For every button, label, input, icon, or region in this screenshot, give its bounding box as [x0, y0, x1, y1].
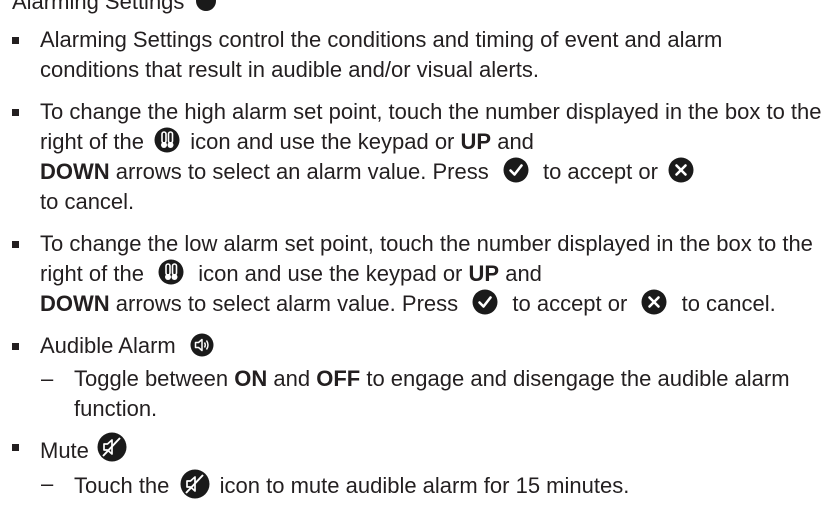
document-page: Alarming Settings Alarming Settings cont…: [0, 0, 823, 501]
item-text: icon and use the keypad or: [198, 261, 463, 286]
item-label: Mute: [40, 438, 89, 463]
item-text: and: [505, 261, 542, 286]
cancel-icon: [641, 289, 667, 315]
up-keyword: UP: [460, 129, 492, 154]
item-text: and: [273, 366, 311, 391]
item-text: Alarming Settings control the conditions…: [40, 27, 723, 82]
thermometer-icon: [154, 127, 180, 153]
header-line: Alarming Settings: [0, 0, 823, 15]
item-text: to accept or: [542, 159, 658, 184]
checkmark-icon: [472, 289, 498, 315]
speaker-icon: [190, 333, 214, 357]
cancel-icon: [668, 157, 694, 183]
on-keyword: ON: [234, 366, 268, 391]
sub-item: – Touch the icon to mute audible alarm f…: [0, 469, 823, 501]
item-text: Touch the: [74, 473, 170, 498]
dash-marker: –: [41, 366, 54, 391]
item-text: to cancel.: [40, 189, 135, 214]
item-text: arrows to select alarm value. Press: [115, 291, 459, 316]
item-text: icon and use the keypad or: [190, 129, 455, 154]
dash-marker: –: [41, 471, 54, 496]
settings-icon: [195, 0, 217, 12]
off-keyword: OFF: [316, 366, 361, 391]
up-keyword: UP: [468, 261, 500, 286]
list-item: To change the high alarm set point, touc…: [0, 97, 823, 217]
item-text: icon to mute audible alarm for 15 minute…: [219, 473, 630, 498]
thermometer-icon: [158, 259, 184, 285]
item-text: arrows to select an alarm value. Press: [115, 159, 489, 184]
mute-icon: [180, 469, 210, 499]
list-item: Audible Alarm: [0, 331, 823, 361]
down-keyword: DOWN: [40, 159, 110, 184]
down-keyword: DOWN: [40, 291, 110, 316]
mute-icon: [97, 432, 127, 462]
list-item: Alarming Settings control the conditions…: [0, 25, 823, 85]
item-text: Toggle between: [74, 366, 229, 391]
item-text: and: [497, 129, 534, 154]
item-label: Audible Alarm: [40, 333, 176, 358]
header-partial-text: Alarming Settings: [12, 0, 185, 14]
list-item: To change the low alarm set point, touch…: [0, 229, 823, 319]
item-text: to accept or: [512, 291, 628, 316]
list-item: Mute: [0, 432, 823, 466]
sub-item: – Toggle between ON and OFF to engage an…: [0, 364, 823, 424]
checkmark-icon: [503, 157, 529, 183]
item-text: to cancel.: [681, 291, 776, 316]
